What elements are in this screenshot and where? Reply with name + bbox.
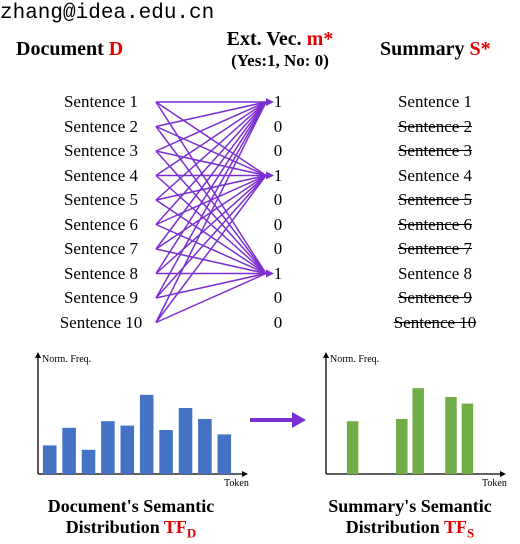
sentence-row: Sentence 7 0 Sentence 7 bbox=[0, 239, 520, 264]
summary-sentence: Sentence 10 bbox=[380, 313, 490, 333]
summary-sentence: Sentence 6 bbox=[380, 215, 490, 235]
doc-sentence: Sentence 3 bbox=[46, 141, 156, 161]
big-arrow-icon bbox=[248, 408, 308, 432]
caption-sum-sym: TFS bbox=[444, 517, 474, 537]
caption-doc-sym: TFD bbox=[164, 517, 196, 537]
doc-sentence: Sentence 1 bbox=[46, 92, 156, 112]
summary-sentence: Sentence 5 bbox=[380, 190, 490, 210]
header-document: Document D bbox=[16, 38, 123, 61]
header-document-label: Document bbox=[16, 38, 109, 60]
ext-value: 1 bbox=[268, 264, 288, 284]
svg-text:Token: Token bbox=[482, 478, 507, 489]
caption-sum-l2: Distribution bbox=[346, 517, 444, 537]
ext-value: 0 bbox=[268, 190, 288, 210]
summary-sentence: Sentence 4 bbox=[380, 166, 490, 186]
caption-doc-l2: Distribution bbox=[66, 517, 164, 537]
caption-doc-l1: Document's Semantic bbox=[48, 496, 214, 516]
ext-value: 1 bbox=[268, 92, 288, 112]
header-summary-symbol: S* bbox=[469, 38, 490, 60]
email-text: zhang@idea.edu.cn bbox=[0, 2, 214, 25]
sentence-row: Sentence 8 1 Sentence 8 bbox=[0, 264, 520, 289]
sentence-row: Sentence 4 1 Sentence 4 bbox=[0, 166, 520, 191]
sentence-row: Sentence 9 0 Sentence 9 bbox=[0, 288, 520, 313]
ext-value: 0 bbox=[268, 239, 288, 259]
doc-sentence: Sentence 6 bbox=[46, 215, 156, 235]
header-extvec-sub: (Yes:1, No: 0) bbox=[210, 51, 350, 71]
doc-sentence: Sentence 9 bbox=[46, 288, 156, 308]
summary-sentence: Sentence 7 bbox=[380, 239, 490, 259]
header-extvec-symbol: m* bbox=[307, 28, 334, 50]
chart-document: Norm. Freq. Token bbox=[12, 346, 252, 496]
svg-text:Norm. Freq.: Norm. Freq. bbox=[42, 354, 91, 365]
ext-value: 0 bbox=[268, 215, 288, 235]
caption-document: Document's Semantic Distribution TFD bbox=[16, 496, 246, 541]
summary-sentence: Sentence 2 bbox=[380, 117, 490, 137]
svg-text:Norm. Freq.: Norm. Freq. bbox=[330, 354, 379, 365]
summary-sentence: Sentence 9 bbox=[380, 288, 490, 308]
summary-sentence: Sentence 3 bbox=[380, 141, 490, 161]
sentence-row: Sentence 1 1 Sentence 1 bbox=[0, 92, 520, 117]
chart-summary: Norm. Freq. Token bbox=[300, 346, 510, 496]
ext-value: 1 bbox=[268, 166, 288, 186]
header-summary: Summary S* bbox=[380, 38, 491, 61]
ext-value: 0 bbox=[268, 313, 288, 333]
sentence-row: Sentence 5 0 Sentence 5 bbox=[0, 190, 520, 215]
svg-text:Token: Token bbox=[224, 478, 249, 489]
doc-sentence: Sentence 7 bbox=[46, 239, 156, 259]
ext-value: 0 bbox=[268, 117, 288, 137]
header-extvec-label: Ext. Vec. bbox=[227, 28, 307, 50]
caption-sum-l1: Summary's Semantic bbox=[328, 496, 492, 516]
summary-sentence: Sentence 1 bbox=[380, 92, 490, 112]
header-document-symbol: D bbox=[109, 38, 123, 60]
doc-sentence: Sentence 4 bbox=[46, 166, 156, 186]
sentence-row: Sentence 6 0 Sentence 6 bbox=[0, 215, 520, 240]
doc-sentence: Sentence 10 bbox=[46, 313, 156, 333]
doc-sentence: Sentence 5 bbox=[46, 190, 156, 210]
ext-value: 0 bbox=[268, 141, 288, 161]
ext-value: 0 bbox=[268, 288, 288, 308]
sentence-row: Sentence 10 0 Sentence 10 bbox=[0, 313, 520, 338]
sentence-row: Sentence 3 0 Sentence 3 bbox=[0, 141, 520, 166]
doc-sentence: Sentence 2 bbox=[46, 117, 156, 137]
sentence-rows: Sentence 11Sentence 1Sentence 20Sentence… bbox=[0, 92, 520, 337]
doc-sentence: Sentence 8 bbox=[46, 264, 156, 284]
header-extvec: Ext. Vec. m* bbox=[210, 28, 350, 51]
caption-summary: Summary's Semantic Distribution TFS bbox=[300, 496, 520, 541]
sentence-row: Sentence 2 0 Sentence 2 bbox=[0, 117, 520, 142]
summary-sentence: Sentence 8 bbox=[380, 264, 490, 284]
header-summary-label: Summary bbox=[380, 38, 469, 60]
